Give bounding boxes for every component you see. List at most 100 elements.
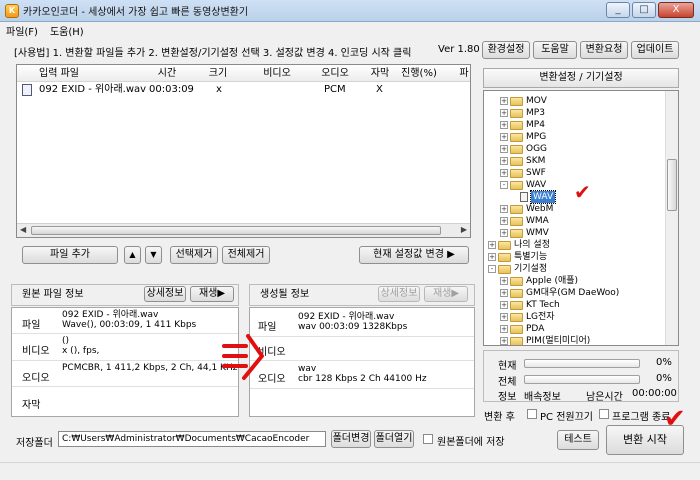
test-button[interactable]: 테스트 <box>557 430 599 450</box>
expand-icon[interactable]: + <box>500 205 508 213</box>
tree-item[interactable]: WAV <box>520 190 557 204</box>
tree-item[interactable]: + KT Tech <box>500 299 560 311</box>
source-file-name: 092 EXID - 위아래.wav <box>62 310 159 320</box>
output-audio-details: cbr 128 Kbps 2 Ch 44100 Hz <box>298 374 427 384</box>
apply-settings-button[interactable]: 현재 설정값 변경 ▶ <box>359 246 469 264</box>
expand-icon[interactable]: + <box>500 145 508 153</box>
change-folder-button[interactable]: 폴더변경 <box>331 430 371 448</box>
help-button[interactable]: 도움말 <box>533 41 577 59</box>
tree-item[interactable]: + LG전자 <box>500 311 555 323</box>
expand-icon[interactable]: + <box>500 301 508 309</box>
conversion-settings-tree[interactable]: + MOV + MP3 + MP4 + MPG + OGG + SKM + SWF - WAV WAV + WebM… <box>483 90 679 346</box>
folder-icon <box>510 132 523 142</box>
source-video-codec: () <box>62 336 70 346</box>
collapse-icon[interactable]: - <box>488 265 496 273</box>
column-video[interactable]: 비디오 <box>257 65 297 82</box>
expand-icon[interactable]: + <box>500 313 508 321</box>
source-audio-details: PCMCBR, 1 411,2 Kbps, 2 Ch, 44,1 KHz <box>62 363 238 373</box>
expand-icon[interactable]: + <box>500 325 508 333</box>
tree-item[interactable]: + SWF <box>500 167 546 179</box>
close-button[interactable]: X <box>658 2 694 18</box>
tree-item[interactable]: + MPG <box>500 131 546 143</box>
tree-item[interactable]: + MP3 <box>500 107 545 119</box>
column-audio[interactable]: 오디오 <box>317 65 353 82</box>
document-icon <box>520 192 528 202</box>
save-to-source-label: 원본폴더에 저장 <box>437 437 505 448</box>
output-play-button[interactable]: 재생▶ <box>424 286 468 302</box>
row-audio: PCM <box>324 84 346 95</box>
menu-help[interactable]: 도움(H) <box>50 23 84 38</box>
update-button[interactable]: 업데이트 <box>631 41 679 59</box>
tree-item[interactable]: - WAV <box>500 179 546 191</box>
expand-icon[interactable]: + <box>500 217 508 225</box>
tree-scrollbar-thumb[interactable] <box>667 159 677 211</box>
tree-item[interactable]: + PIM(멀티미디어) <box>500 335 590 345</box>
save-to-source-checkbox[interactable] <box>423 434 433 444</box>
menu-file[interactable]: 파일(F) <box>6 23 38 38</box>
tree-item-label: SKM <box>526 156 546 166</box>
tree-item[interactable]: + WMA <box>500 215 549 227</box>
collapse-icon[interactable]: - <box>500 181 508 189</box>
tree-item[interactable]: + 나의 설정 <box>488 239 550 251</box>
move-up-button[interactable]: ▲ <box>124 246 141 264</box>
expand-icon[interactable]: + <box>500 229 508 237</box>
expand-icon[interactable]: + <box>500 133 508 141</box>
total-percent: 0% <box>656 373 672 384</box>
expand-icon[interactable]: + <box>500 109 508 117</box>
save-folder-path[interactable]: C:₩Users₩Administrator₩Documents₩CacaoEn… <box>58 431 326 447</box>
column-input-file[interactable]: 입력 파일 <box>39 65 109 82</box>
pc-off-checkbox[interactable] <box>527 409 537 419</box>
tree-item[interactable]: + OGG <box>500 143 547 155</box>
expand-icon[interactable]: + <box>488 253 496 261</box>
tree-item[interactable]: + MP4 <box>500 119 545 131</box>
tree-item[interactable]: + 특별기능 <box>488 251 547 263</box>
scrollbar-thumb[interactable] <box>31 226 441 235</box>
expand-icon[interactable]: + <box>500 289 508 297</box>
tree-item[interactable]: + Apple (애플) <box>500 275 578 287</box>
window-controls: _ □ X <box>606 2 694 18</box>
minimize-button[interactable]: _ <box>606 2 630 18</box>
tree-item[interactable]: - 기기설정 <box>488 263 547 275</box>
source-play-button[interactable]: 재생▶ <box>190 286 234 302</box>
output-info-panel: 파일 092 EXID - 위아래.wav wav 00:03:09 1328K… <box>249 307 475 417</box>
expand-icon[interactable]: + <box>500 121 508 129</box>
request-button[interactable]: 변환요청 <box>580 41 628 59</box>
tree-item[interactable]: + WebM <box>500 203 553 215</box>
tree-item-label: LG전자 <box>526 312 555 322</box>
add-file-button[interactable]: 파일 추가 <box>22 246 118 264</box>
audio-file-icon <box>22 84 32 96</box>
tree-item[interactable]: + PDA <box>500 323 544 335</box>
column-size[interactable]: 크기 <box>203 65 233 82</box>
column-progress[interactable]: 진행(%) <box>399 65 439 82</box>
expand-icon[interactable]: + <box>500 277 508 285</box>
expand-icon[interactable]: + <box>500 337 508 345</box>
remove-selected-button[interactable]: 선택제거 <box>170 246 218 264</box>
horizontal-scrollbar[interactable]: ◀ ▶ <box>17 223 470 237</box>
scroll-left-icon[interactable]: ◀ <box>20 225 26 234</box>
tree-item[interactable]: + WMV <box>500 227 549 239</box>
column-subtitle[interactable]: 자막 <box>367 65 393 82</box>
expand-icon[interactable]: + <box>500 169 508 177</box>
exit-program-checkbox[interactable] <box>599 409 609 419</box>
expand-icon[interactable]: + <box>488 241 496 249</box>
tree-vertical-scrollbar[interactable] <box>665 91 678 345</box>
scroll-right-icon[interactable]: ▶ <box>461 225 467 234</box>
file-list[interactable]: 입력 파일 시간 크기 비디오 오디오 자막 진행(%) 파 092 EXID … <box>16 64 471 238</box>
expand-icon[interactable]: + <box>500 97 508 105</box>
output-details-button[interactable]: 상세정보 <box>378 286 420 302</box>
conversion-settings-header[interactable]: 변환설정 / 기기설정 <box>483 68 679 88</box>
source-details-button[interactable]: 상세정보 <box>144 286 186 302</box>
tree-item[interactable]: + MOV <box>500 95 547 107</box>
version-label: Ver 1.80 <box>438 44 480 55</box>
move-down-button[interactable]: ▼ <box>145 246 162 264</box>
remove-all-button[interactable]: 전체제거 <box>222 246 270 264</box>
open-folder-button[interactable]: 폴더열기 <box>374 430 414 448</box>
output-audio-codec: wav <box>298 364 317 374</box>
column-extra[interactable]: 파 <box>457 65 470 82</box>
tree-item[interactable]: + GM대우(GM DaeWoo) <box>500 287 619 299</box>
column-time[interactable]: 시간 <box>149 65 185 82</box>
tree-item[interactable]: + SKM <box>500 155 545 167</box>
preferences-button[interactable]: 환경설정 <box>482 41 530 59</box>
expand-icon[interactable]: + <box>500 157 508 165</box>
maximize-button[interactable]: □ <box>632 2 656 18</box>
